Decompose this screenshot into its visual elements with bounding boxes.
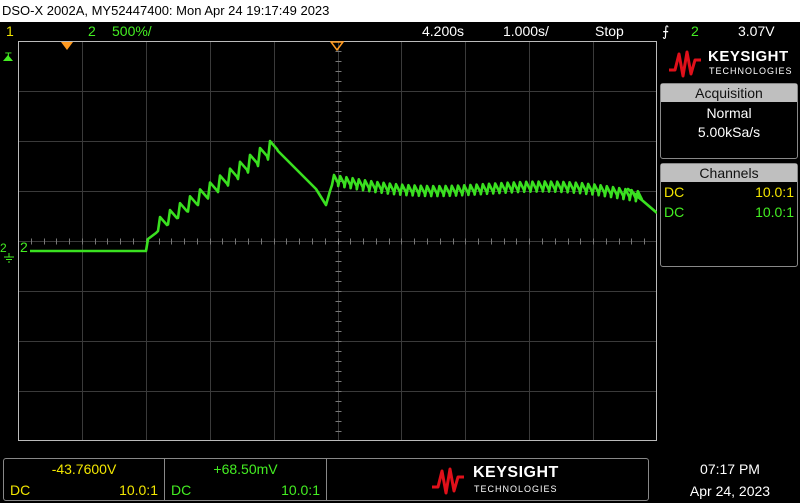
acquisition-header: Acquisition [661, 84, 797, 102]
time-reference-marker[interactable] [330, 41, 344, 51]
channel-2-coupling-label: DC [171, 482, 192, 498]
time-delay[interactable]: 4.200s [422, 22, 464, 40]
channel-2-ratio-label: 10.0:1 [281, 482, 320, 498]
channel-1-softkey[interactable]: -43.7600V DC 10.0:1 [4, 459, 165, 500]
time-scale[interactable]: 1.000s/ [503, 22, 549, 40]
brand-name: KEYSIGHT [708, 48, 789, 65]
channel-info-bar: -43.7600V DC 10.0:1 +68.50mV DC 10.0:1 K… [3, 458, 649, 501]
channel-1-offset: -43.7600V [51, 461, 117, 477]
channel-1-indicator[interactable]: 1 [6, 22, 14, 40]
channel-1-probe-ratio: 10.0:1 [755, 184, 794, 200]
trigger-arrow-icon [3, 55, 13, 61]
trigger-channel[interactable]: 2 [691, 22, 699, 40]
run-state[interactable]: Stop [595, 22, 624, 40]
brand-subtitle: TECHNOLOGIES [709, 66, 793, 76]
acquisition-panel[interactable]: Acquisition Normal 5.00kSa/s [660, 83, 798, 159]
trigger-edge-icon: ⨍ [662, 23, 670, 39]
channel-2-softkey[interactable]: +68.50mV DC 10.0:1 [165, 459, 327, 500]
waveform-display[interactable] [18, 41, 657, 441]
window-title: DSO-X 2002A, MY52447400: Mon Apr 24 19:1… [0, 0, 800, 22]
channel-1-ratio-label: 10.0:1 [119, 482, 158, 498]
sample-rate: 5.00kSa/s [697, 124, 761, 140]
trigger-level[interactable]: 3.07V [738, 22, 775, 40]
keysight-wave-icon-bottom [432, 467, 464, 495]
keysight-wave-icon [669, 50, 701, 78]
ground-icon [4, 253, 14, 263]
acquisition-mode: Normal [706, 105, 752, 121]
ch2-tag: 2 [20, 239, 28, 255]
clock-time: 07:17 PM [700, 461, 760, 477]
bottom-brand-logo: KEYSIGHT TECHNOLOGIES [327, 459, 648, 500]
channel-2-waveform [30, 139, 657, 253]
channel-1-coupling-label: DC [10, 482, 31, 498]
bottom-brand-subtitle: TECHNOLOGIES [474, 484, 558, 494]
channel-2-scale[interactable]: 500%/ [112, 22, 152, 40]
channels-panel[interactable]: Channels DC 10.0:1 DC 10.0:1 [660, 163, 798, 267]
channel-2-indicator[interactable]: 2 [88, 22, 96, 40]
clock: 07:17 PM Apr 24, 2023 [660, 458, 800, 502]
channel-1-coupling: DC [664, 184, 685, 200]
channel-2-offset: +68.50mV [213, 461, 278, 477]
trigger-position-marker[interactable] [60, 41, 74, 51]
brand-logo: KEYSIGHT TECHNOLOGIES [660, 44, 798, 80]
channel-1-row[interactable]: DC 10.0:1 [661, 182, 797, 202]
status-bar: 1 2 500%/ 4.200s 1.000s/ Stop ⨍ 2 3.07V [0, 22, 800, 40]
channel-2-row[interactable]: DC 10.0:1 [661, 202, 797, 222]
channel-2-probe-ratio: 10.0:1 [755, 204, 794, 220]
bottom-brand-name: KEYSIGHT [473, 464, 559, 481]
channels-header: Channels [661, 164, 797, 182]
channel-2-coupling: DC [664, 204, 685, 220]
clock-date: Apr 24, 2023 [689, 483, 771, 499]
